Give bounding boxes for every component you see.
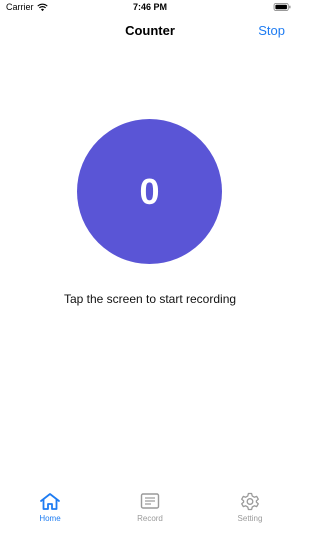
- stop-button[interactable]: Stop: [258, 23, 285, 38]
- tab-setting-label: Setting: [237, 514, 263, 523]
- counter-circle[interactable]: 0: [77, 119, 222, 264]
- tab-bar: Home Record Setting: [0, 484, 300, 533]
- counter-screen: Carrier 7:46 PM Counter Stop 0 Tap the s…: [0, 0, 300, 533]
- status-time: 7:46 PM: [132, 2, 167, 12]
- page-title: Counter: [125, 23, 175, 38]
- tab-home-label: Home: [39, 514, 61, 523]
- record-icon: [140, 493, 160, 509]
- tab-record[interactable]: Record: [100, 484, 200, 533]
- instruction-text: Tap the screen to start recording: [63, 292, 237, 306]
- battery-icon: [273, 3, 291, 11]
- gear-icon: [241, 492, 259, 511]
- navigation-bar: Counter Stop: [0, 14, 300, 48]
- tab-setting[interactable]: Setting: [200, 484, 300, 533]
- tab-record-label: Record: [137, 514, 163, 523]
- tab-home[interactable]: Home: [0, 484, 100, 533]
- status-bar: Carrier 7:46 PM: [0, 0, 300, 14]
- counter-value: 0: [139, 170, 160, 212]
- home-icon: [40, 493, 60, 510]
